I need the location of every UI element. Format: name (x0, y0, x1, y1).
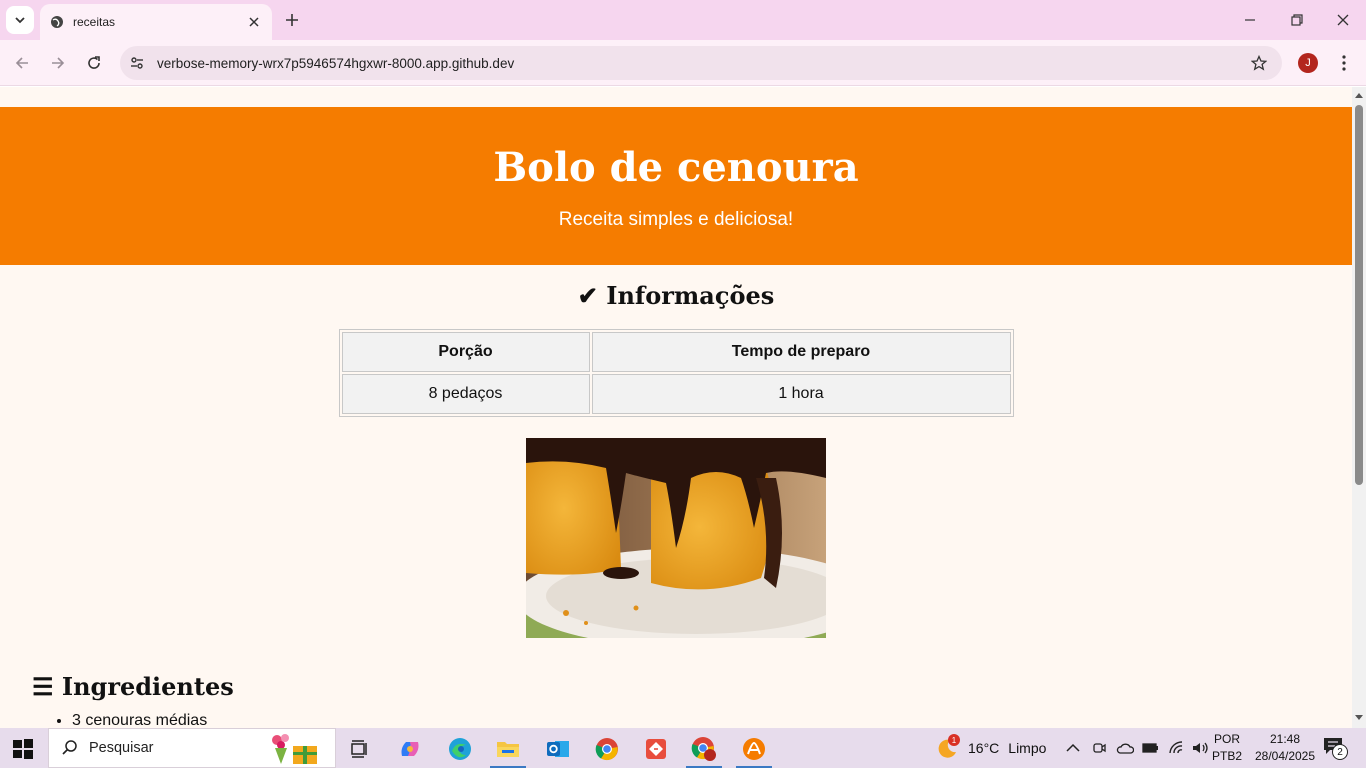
wifi-icon[interactable] (1168, 741, 1184, 755)
close-window-button[interactable] (1329, 8, 1357, 32)
arrow-right-icon (52, 57, 65, 69)
windows-start-icon[interactable] (12, 738, 34, 760)
task-view-button[interactable] (340, 732, 380, 766)
copilot-app[interactable] (390, 732, 430, 766)
page-subtitle: Receita simples e deliciosa! (558, 209, 794, 230)
edge-icon (449, 738, 471, 760)
ingredients-list: 3 cenouras médias (72, 712, 1352, 728)
tab-search-button[interactable] (6, 6, 34, 34)
table-cell: 1 hora (591, 374, 1011, 414)
taskbar-search-box[interactable]: Pesquisar (48, 728, 336, 768)
address-bar[interactable]: verbose-memory-wrx7p5946574hgxwr-8000.ap… (120, 46, 1282, 80)
ingredients-heading: ☰ Ingredientes (32, 672, 234, 701)
language-code: POR (1213, 732, 1240, 746)
volume-icon[interactable] (1192, 741, 1210, 755)
edge-app[interactable] (440, 732, 480, 766)
notification-center[interactable]: 2 (1322, 728, 1348, 768)
tab-strip: receitas (0, 0, 1366, 40)
table-header-cell: Tempo de preparo (591, 332, 1011, 372)
page-top-spacer (0, 87, 1352, 107)
clock-date: 28/04/2025 (1254, 749, 1316, 763)
search-placeholder: Pesquisar (89, 740, 154, 756)
weather-widget[interactable]: 1 16°C Limpo (934, 728, 1046, 768)
list-item: 3 cenouras médias (72, 712, 1352, 728)
table-cell: 8 pedaços (341, 374, 590, 414)
notification-icon: 2 (1322, 736, 1348, 760)
close-icon (1337, 14, 1349, 26)
page-viewport: Bolo de cenoura Receita simples e delici… (0, 87, 1352, 728)
close-tab-icon[interactable] (246, 14, 262, 30)
meet-now-icon[interactable] (1092, 741, 1106, 755)
new-tab-button[interactable] (280, 8, 304, 32)
app-flame-icon (743, 738, 765, 760)
input-language[interactable]: POR PTB2 (1210, 731, 1244, 765)
info-heading: ✔ Informações (577, 281, 775, 310)
weather-condition: Limpo (1008, 740, 1047, 756)
system-tray-icons (1066, 728, 1210, 768)
weather-temperature: 16°C (968, 740, 1000, 756)
restore-icon (1291, 14, 1303, 26)
minimize-button[interactable] (1236, 8, 1264, 32)
page-header: Bolo de cenoura Receita simples e delici… (0, 107, 1352, 265)
moon-weather-icon: 1 (934, 734, 960, 760)
table-row: 8 pedaços 1 hora (341, 374, 1011, 414)
keyboard-layout: PTB2 (1211, 749, 1242, 763)
taskbar: Pesquisar 1 16°C Limpo POR PTB2 21:48 28… (0, 728, 1366, 768)
onedrive-cloud-icon[interactable] (1116, 741, 1134, 755)
table-header-cell: Porção (341, 332, 590, 372)
profile-avatar[interactable]: J (1298, 53, 1318, 73)
url-text: verbose-memory-wrx7p5946574hgxwr-8000.ap… (157, 55, 515, 71)
weather-badge: 1 (948, 734, 960, 746)
forward-button[interactable] (46, 51, 70, 75)
page-title: Bolo de cenoura (493, 144, 859, 191)
chrome-profile-icon (691, 737, 716, 761)
git-diamond-icon (646, 739, 666, 759)
flowers-gift-icon (272, 734, 317, 764)
scrollbar-thumb[interactable] (1355, 105, 1363, 485)
clock-time: 21:48 (1269, 732, 1301, 746)
outlook-app[interactable] (538, 732, 578, 766)
folder-icon (497, 742, 519, 757)
reload-icon (88, 56, 100, 69)
chrome-icon (595, 738, 618, 761)
git-app[interactable] (636, 732, 676, 766)
bookmark-star-icon[interactable] (1246, 50, 1272, 76)
reload-button[interactable] (82, 51, 106, 75)
cake-photo (526, 438, 826, 638)
scroll-up-icon[interactable] (1355, 91, 1363, 99)
chrome-app[interactable] (587, 732, 627, 766)
task-view-icon (351, 740, 367, 758)
tab-receitas[interactable]: receitas (40, 4, 272, 40)
tab-title: receitas (73, 15, 116, 29)
info-table: Porção Tempo de preparo 8 pedaços 1 hora (338, 329, 1014, 417)
page-scrollbar[interactable] (1352, 87, 1366, 728)
sublime-app[interactable] (734, 732, 774, 768)
plus-icon (286, 14, 298, 26)
back-button[interactable] (10, 51, 34, 75)
kebab-menu-icon (1342, 55, 1346, 71)
file-explorer-app[interactable] (488, 732, 528, 768)
restore-button[interactable] (1283, 8, 1311, 32)
chevron-down-icon (15, 17, 25, 24)
minimize-icon (1245, 19, 1255, 21)
globe-icon (49, 14, 65, 30)
search-icon (62, 740, 77, 755)
outlook-icon (547, 741, 569, 757)
site-info-icon[interactable] (124, 50, 150, 76)
battery-icon[interactable] (1142, 742, 1160, 754)
notification-count: 2 (1332, 744, 1348, 760)
browser-menu-button[interactable] (1332, 51, 1356, 75)
scroll-down-icon[interactable] (1355, 714, 1363, 722)
copilot-icon (401, 742, 419, 756)
chevron-up-icon[interactable] (1066, 743, 1080, 753)
browser-toolbar: verbose-memory-wrx7p5946574hgxwr-8000.ap… (0, 40, 1366, 86)
arrow-left-icon (15, 57, 28, 69)
table-header-row: Porção Tempo de preparo (341, 332, 1011, 372)
chrome-profile-app[interactable] (684, 732, 724, 768)
taskbar-clock[interactable]: 21:48 28/04/2025 (1250, 731, 1320, 765)
